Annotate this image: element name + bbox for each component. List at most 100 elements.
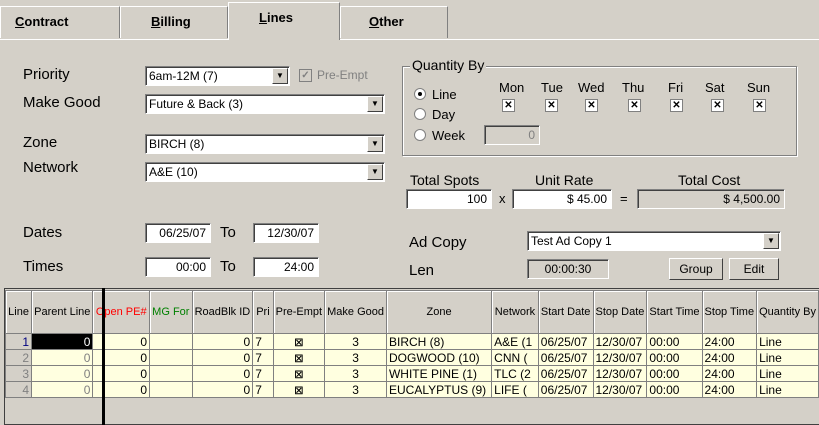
cell-roadblk-id[interactable]: 0: [191, 349, 254, 366]
network-select[interactable]: A&E (10) ▼: [145, 162, 385, 182]
tab-lines[interactable]: Lines: [228, 2, 340, 40]
day-checkbox-thu[interactable]: ✕: [628, 99, 641, 112]
zone-select[interactable]: BIRCH (8) ▼: [145, 134, 385, 154]
cell-make-good[interactable]: 3: [324, 349, 387, 366]
table-row[interactable]: 2 0 0 0 7 ☒ 3 DOGWOOD (10) CNN ( 06/25/0…: [5, 349, 819, 366]
cell-pri[interactable]: 7: [252, 349, 274, 366]
day-checkbox-wed[interactable]: ✕: [585, 99, 598, 112]
cell-network[interactable]: LIFE (: [491, 381, 539, 398]
date-start-field[interactable]: 06/25/07: [145, 223, 211, 243]
group-button[interactable]: Group: [669, 258, 723, 280]
cell-stop-time[interactable]: 24:00: [701, 349, 758, 366]
cell-stop-date[interactable]: 12/30/07: [592, 381, 648, 398]
table-row[interactable]: 3 0 0 0 7 ☒ 3 WHITE PINE (1) TLC (2 06/2…: [5, 365, 819, 382]
cell-roadblk-id[interactable]: 0: [191, 333, 254, 350]
time-end-field[interactable]: 24:00: [253, 257, 319, 277]
makegood-select[interactable]: Future & Back (3) ▼: [145, 94, 385, 114]
cell-pre-empt[interactable]: ☒: [272, 333, 326, 350]
col-header-start-date[interactable]: Start Date: [537, 290, 594, 334]
cell-quantity-by[interactable]: Line: [756, 365, 819, 382]
cell-stop-time[interactable]: 24:00: [701, 365, 758, 382]
cell-make-good[interactable]: 3: [324, 381, 387, 398]
col-header-pre-empt[interactable]: Pre-Empt: [272, 290, 326, 334]
tab-other[interactable]: Other: [340, 6, 448, 38]
cell-parent-line[interactable]: 0: [31, 365, 94, 382]
table-row[interactable]: 4 0 0 0 7 ☒ 3 EUCALYPTUS (9) LIFE ( 06/2…: [5, 381, 819, 398]
cell-roadblk-id[interactable]: 0: [191, 365, 254, 382]
checkbox-x-icon[interactable]: ☒: [294, 338, 303, 349]
lines-grid[interactable]: Line Parent Line Open PE# MG For RoadBlk…: [4, 288, 819, 425]
col-header-line[interactable]: Line: [5, 290, 33, 334]
cell-pri[interactable]: 7: [252, 365, 274, 382]
grid-frozen-splitter[interactable]: [102, 288, 105, 425]
cell-network[interactable]: CNN (: [491, 349, 539, 366]
cell-quantity-by[interactable]: Line: [756, 333, 819, 350]
col-header-make-good[interactable]: Make Good: [324, 290, 387, 334]
tab-contract[interactable]: Contract: [0, 6, 120, 38]
cell-start-date[interactable]: 06/25/07: [537, 381, 594, 398]
week-value-field[interactable]: 0: [484, 125, 540, 145]
day-checkbox-mon[interactable]: ✕: [502, 99, 515, 112]
cell-parent-line[interactable]: 0: [31, 381, 94, 398]
cell-stop-time[interactable]: 24:00: [701, 333, 758, 350]
cell-zone[interactable]: WHITE PINE (1): [385, 365, 493, 382]
row-number[interactable]: 3: [5, 365, 33, 382]
cell-network[interactable]: A&E (1: [491, 333, 539, 350]
day-checkbox-sat[interactable]: ✕: [711, 99, 724, 112]
cell-stop-date[interactable]: 12/30/07: [592, 365, 648, 382]
col-header-parent-line[interactable]: Parent Line: [31, 290, 94, 334]
cell-mg-for[interactable]: [149, 349, 193, 366]
day-checkbox-tue[interactable]: ✕: [545, 99, 558, 112]
radio-line[interactable]: [414, 88, 426, 100]
cell-pri[interactable]: 7: [252, 333, 274, 350]
table-row[interactable]: 1 0 0 0 7 ☒ 3 BIRCH (8) A&E (1 06/25/07 …: [5, 333, 819, 350]
cell-mg-for[interactable]: [149, 381, 193, 398]
priority-select[interactable]: 6am-12M (7) ▼: [145, 66, 290, 86]
cell-mg-for[interactable]: [149, 333, 193, 350]
cell-stop-date[interactable]: 12/30/07: [592, 333, 648, 350]
chevron-down-icon[interactable]: ▼: [367, 136, 383, 152]
col-header-mg-for[interactable]: MG For: [149, 290, 193, 334]
col-header-zone[interactable]: Zone: [385, 290, 493, 334]
cell-make-good[interactable]: 3: [324, 365, 387, 382]
col-header-stop-date[interactable]: Stop Date: [592, 290, 648, 334]
cell-make-good[interactable]: 3: [324, 333, 387, 350]
cell-start-date[interactable]: 06/25/07: [537, 365, 594, 382]
row-number[interactable]: 4: [5, 381, 33, 398]
cell-start-time[interactable]: 00:00: [646, 381, 703, 398]
chevron-down-icon[interactable]: ▼: [763, 233, 779, 249]
adcopy-select[interactable]: Test Ad Copy 1 ▼: [527, 231, 781, 251]
col-header-pri[interactable]: Pri: [252, 290, 274, 334]
cell-stop-date[interactable]: 12/30/07: [592, 349, 648, 366]
row-number[interactable]: 2: [5, 349, 33, 366]
cell-network[interactable]: TLC (2: [491, 365, 539, 382]
date-end-field[interactable]: 12/30/07: [253, 223, 319, 243]
tab-billing[interactable]: Billing: [120, 6, 228, 38]
cell-parent-line[interactable]: 0: [31, 349, 94, 366]
radio-week[interactable]: [414, 129, 426, 141]
radio-day[interactable]: [414, 108, 426, 120]
preempt-checkbox[interactable]: ✓: [299, 69, 312, 82]
cell-roadblk-id[interactable]: 0: [191, 381, 254, 398]
col-header-roadblk-id[interactable]: RoadBlk ID: [191, 290, 254, 334]
cell-stop-time[interactable]: 24:00: [701, 381, 758, 398]
cell-mg-for[interactable]: [149, 365, 193, 382]
cell-pre-empt[interactable]: ☒: [272, 381, 326, 398]
cell-zone[interactable]: EUCALYPTUS (9): [385, 381, 493, 398]
col-header-start-time[interactable]: Start Time: [646, 290, 703, 334]
cell-zone[interactable]: BIRCH (8): [385, 333, 493, 350]
cell-start-time[interactable]: 00:00: [646, 349, 703, 366]
col-header-quantity-by[interactable]: Quantity By: [756, 290, 819, 334]
unit-rate-field[interactable]: $ 45.00: [512, 189, 612, 209]
cell-pre-empt[interactable]: ☒: [272, 349, 326, 366]
cell-start-time[interactable]: 00:00: [646, 365, 703, 382]
day-checkbox-fri[interactable]: ✕: [670, 99, 683, 112]
cell-pre-empt[interactable]: ☒: [272, 365, 326, 382]
cell-zone[interactable]: DOGWOOD (10): [385, 349, 493, 366]
cell-parent-line[interactable]: 0: [31, 333, 94, 350]
time-start-field[interactable]: 00:00: [145, 257, 211, 277]
col-header-network[interactable]: Network: [491, 290, 539, 334]
cell-start-date[interactable]: 06/25/07: [537, 349, 594, 366]
edit-button[interactable]: Edit: [729, 258, 779, 280]
chevron-down-icon[interactable]: ▼: [367, 96, 383, 112]
